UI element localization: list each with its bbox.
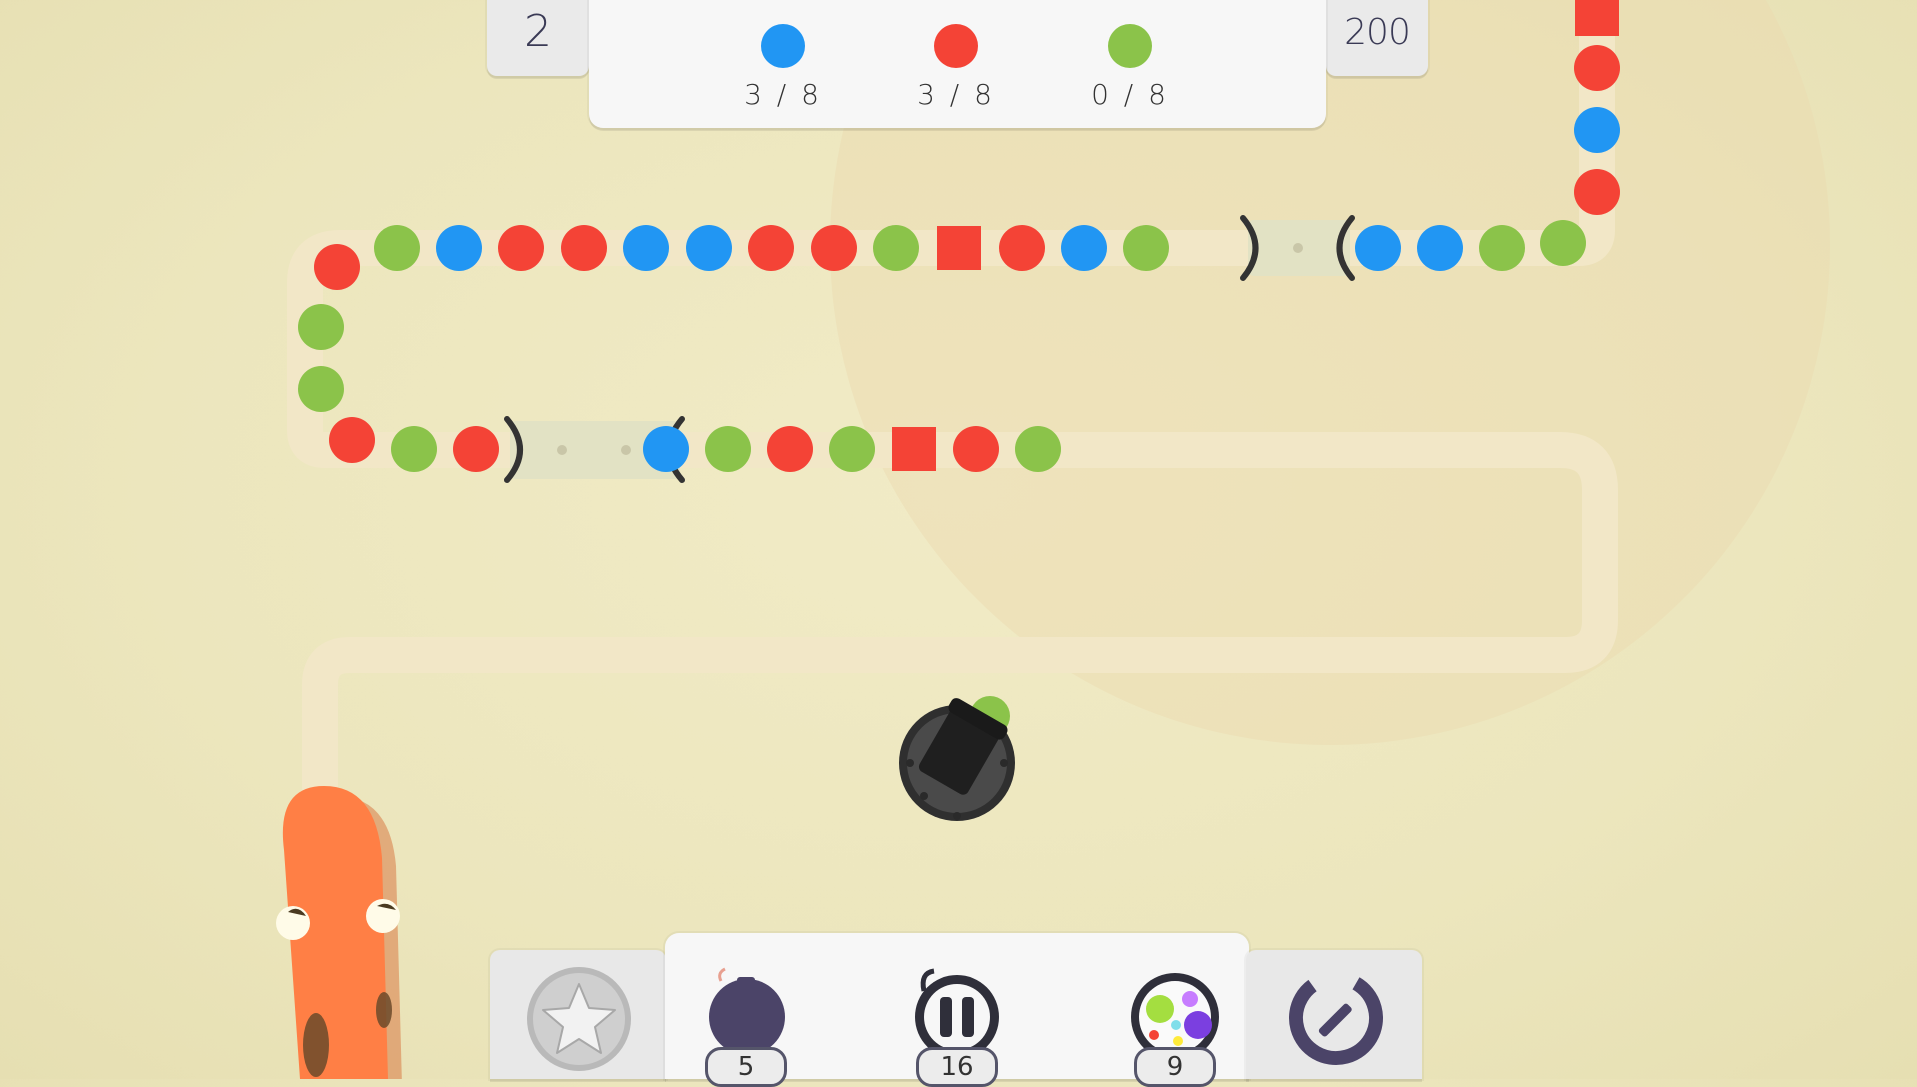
star-icon <box>527 967 631 1071</box>
upper-chain-red-square-ball <box>937 226 981 270</box>
tunnel-upper <box>1240 215 1355 281</box>
upper-chain-blue-ball <box>686 225 732 271</box>
lower-chain-red-ball <box>767 426 813 472</box>
multicolor-ball-icon <box>1131 973 1219 1061</box>
upper-chain-red-ball <box>811 225 857 271</box>
goal-progress-green: 0 / 8 <box>1091 78 1169 111</box>
upper-chain-red-ball <box>748 225 794 271</box>
upper-chain-green-ball <box>298 366 344 412</box>
goal-progress-blue: 3 / 8 <box>744 78 822 111</box>
green-ball-icon <box>1108 24 1152 68</box>
lower-chain-green-ball <box>829 426 875 472</box>
upper-chain-blue-ball <box>1355 225 1401 271</box>
powerup-bomb[interactable]: 5 <box>691 961 801 1087</box>
favorite-panel <box>490 950 666 1079</box>
upper-chain-red-ball <box>1574 169 1620 215</box>
lower-chain-red-square-ball <box>892 427 936 471</box>
upper-chain-blue-ball <box>1417 225 1463 271</box>
goal-blue: 3 / 8 <box>723 24 843 111</box>
powerup-color-ball[interactable]: 9 <box>1120 961 1230 1087</box>
game-board[interactable] <box>0 0 1917 1079</box>
cannon[interactable] <box>899 696 1015 821</box>
upper-chain-red-square-ball <box>1575 0 1619 36</box>
lower-chain-blue-ball <box>643 426 689 472</box>
bomb-count: 5 <box>705 1047 787 1087</box>
upper-chain-green-ball <box>298 304 344 350</box>
upper-chain-red-ball <box>1574 45 1620 91</box>
color-goals-panel: 3 / 8 3 / 8 0 / 8 <box>589 0 1326 128</box>
color-ball-count: 9 <box>1134 1047 1216 1087</box>
red-ball-icon <box>934 24 978 68</box>
level-indicator: 2 <box>487 0 589 76</box>
restart-button[interactable] <box>1288 970 1384 1066</box>
pause-count: 16 <box>916 1047 998 1087</box>
blue-ball-icon <box>761 24 805 68</box>
powerups-panel: 5 16 9 <box>665 933 1249 1087</box>
goal-red: 3 / 8 <box>896 24 1016 111</box>
lower-chain-green-ball <box>705 426 751 472</box>
upper-chain-green-ball <box>1123 225 1169 271</box>
restart-panel <box>1246 950 1422 1079</box>
level-number: 2 <box>524 6 552 57</box>
lower-chain-red-ball <box>953 426 999 472</box>
upper-chain-red-ball <box>498 225 544 271</box>
upper-chain-blue-ball <box>1061 225 1107 271</box>
upper-chain-red-ball <box>999 225 1045 271</box>
restart-icon <box>1289 971 1383 1065</box>
goal-progress-red: 3 / 8 <box>917 78 995 111</box>
pause-icon <box>915 968 999 1059</box>
score-value: 200 <box>1344 12 1411 53</box>
upper-chain-red-ball <box>561 225 607 271</box>
star-button[interactable] <box>526 966 632 1072</box>
bomb-icon <box>709 967 785 1055</box>
upper-chain-red-ball <box>314 244 360 290</box>
upper-chain-green-ball <box>1479 225 1525 271</box>
upper-chain-green-ball <box>1540 220 1586 266</box>
lower-chain-green-ball <box>1015 426 1061 472</box>
lower-chain-red-ball <box>453 426 499 472</box>
upper-chain-green-ball <box>873 225 919 271</box>
upper-chain-green-ball <box>374 225 420 271</box>
lower-chain-red-ball <box>329 417 375 463</box>
lower-chain-green-ball <box>391 426 437 472</box>
worm-character <box>276 786 402 1079</box>
upper-chain-blue-ball <box>436 225 482 271</box>
upper-chain-blue-ball <box>1574 107 1620 153</box>
score-indicator: 200 <box>1326 0 1428 76</box>
upper-chain-blue-ball <box>623 225 669 271</box>
goal-green: 0 / 8 <box>1070 24 1190 111</box>
powerup-pause[interactable]: 16 <box>902 961 1012 1087</box>
